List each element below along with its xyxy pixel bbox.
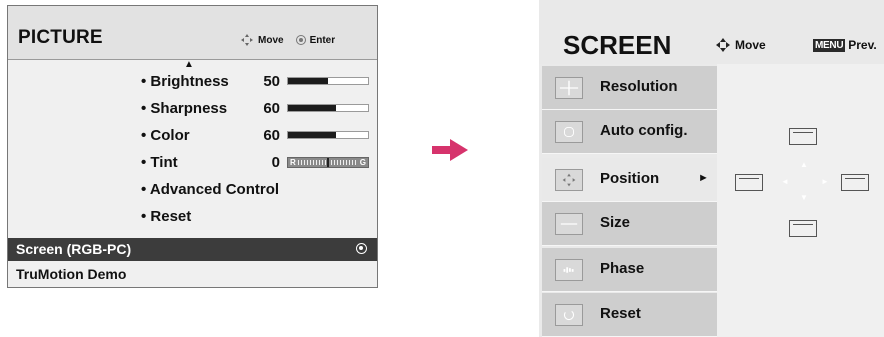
- screen-prev-hint: MENU Prev.: [813, 38, 877, 52]
- menu-item-screen-rgb-pc[interactable]: Screen (RGB-PC): [8, 238, 377, 261]
- right-arrow-icon: [432, 139, 468, 161]
- size-icon: [555, 213, 583, 235]
- picture-menu: PICTURE Move Enter ▲ • Brightness 50 • S…: [7, 5, 378, 288]
- arrow-left-icon: ◄: [781, 177, 789, 186]
- brightness-value: 50: [263, 73, 280, 90]
- screen-menu-list: Resolution Auto config. Position ► Size: [539, 64, 717, 337]
- screen-item-label: Auto config.: [600, 122, 688, 139]
- screen-item-label: Size: [600, 214, 631, 231]
- position-left-button[interactable]: [735, 174, 763, 191]
- scroll-up-icon[interactable]: ▲: [184, 60, 194, 70]
- resolution-icon: [555, 77, 583, 99]
- menu-item-label: • Advanced Control: [141, 181, 280, 198]
- position-up-button[interactable]: [789, 128, 817, 145]
- screen-move-hint: Move: [716, 38, 766, 52]
- color-value: 60: [263, 127, 280, 144]
- screen-menu-title: SCREEN: [563, 30, 672, 60]
- arrow-right-icon: ►: [821, 177, 829, 186]
- screen-item-size[interactable]: Size: [542, 202, 717, 246]
- sharpness-slider[interactable]: [287, 104, 369, 112]
- position-down-button[interactable]: [789, 220, 817, 237]
- screen-item-resolution[interactable]: Resolution: [542, 66, 717, 110]
- screen-item-label: Resolution: [600, 78, 678, 95]
- menu-item-trumotion-demo[interactable]: TruMotion Demo: [16, 264, 126, 284]
- menu-item-label: • Tint: [141, 154, 178, 171]
- screen-item-auto-config[interactable]: Auto config.: [542, 110, 717, 154]
- screen-item-position[interactable]: Position ►: [542, 158, 717, 202]
- screen-item-label: Reset: [600, 305, 641, 322]
- move-hint-label: Move: [735, 38, 766, 52]
- menu-key-icon: MENU: [813, 38, 846, 52]
- sharpness-value: 60: [263, 100, 280, 117]
- arrow-down-icon: ▼: [800, 193, 808, 202]
- auto-config-icon: [555, 121, 583, 143]
- menu-item-label: • Sharpness: [141, 100, 228, 117]
- arrow-up-icon: ▲: [800, 160, 808, 169]
- menu-item-label: Screen (RGB-PC): [16, 241, 132, 257]
- screen-menu-header: SCREEN Move MENU Prev.: [539, 0, 884, 64]
- tint-value: 0: [271, 154, 280, 171]
- prev-hint-label: Prev.: [848, 38, 877, 52]
- picture-menu-hints: Move Enter: [240, 33, 335, 47]
- menu-item-label: • Reset: [141, 208, 192, 225]
- enter-hint-label: Enter: [309, 34, 336, 46]
- tint-green-label: G: [359, 158, 366, 167]
- picture-menu-title: PICTURE: [18, 27, 103, 48]
- enter-icon: [295, 35, 306, 45]
- phase-icon: [555, 259, 583, 281]
- position-icon: [555, 169, 583, 191]
- picture-menu-header: PICTURE Move Enter: [8, 6, 377, 60]
- screen-item-reset[interactable]: Reset: [542, 293, 717, 337]
- menu-item-label: • Brightness: [141, 73, 229, 90]
- position-right-button[interactable]: [841, 174, 869, 191]
- tint-red-label: R: [290, 158, 296, 167]
- move-icon: [716, 38, 730, 52]
- submenu-arrow-icon: ►: [698, 172, 709, 184]
- brightness-slider[interactable]: [287, 77, 369, 85]
- reset-icon: [555, 304, 583, 326]
- tint-slider[interactable]: R G: [287, 157, 369, 168]
- menu-item-label: • Color: [141, 127, 190, 144]
- screen-item-phase[interactable]: Phase: [542, 248, 717, 292]
- color-slider[interactable]: [287, 131, 369, 139]
- move-icon: [241, 34, 253, 46]
- screen-item-label: Phase: [600, 260, 645, 277]
- position-adjust-panel: ▲ ▼ ◄ ►: [717, 64, 884, 337]
- screen-menu: SCREEN Move MENU Prev. Resolution Auto c…: [539, 0, 884, 337]
- screen-item-label: Position: [600, 170, 660, 187]
- enter-icon: [356, 243, 367, 254]
- move-hint-label: Move: [258, 34, 284, 46]
